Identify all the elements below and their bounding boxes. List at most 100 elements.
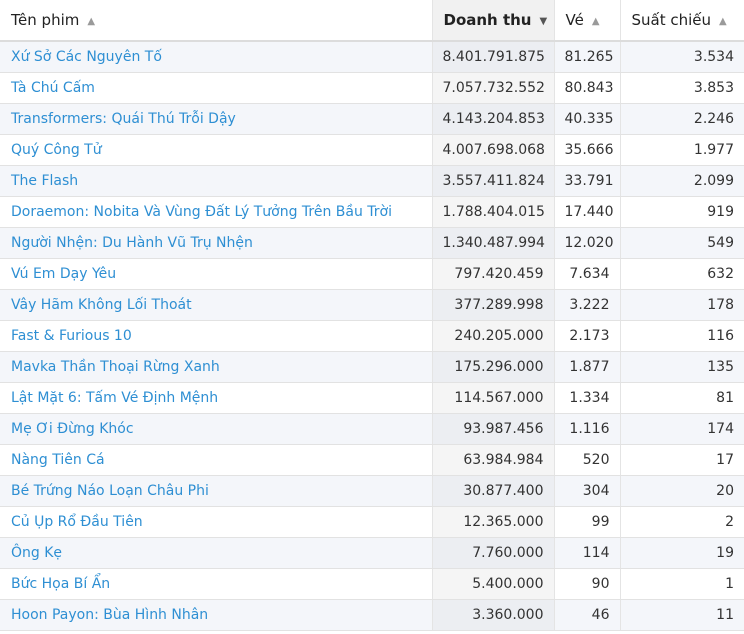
tickets-cell: 3.222: [554, 289, 621, 321]
movie-title-link[interactable]: Củ Ụp Rổ Đầu Tiên: [0, 506, 433, 538]
screenings-cell: 3.534: [620, 41, 744, 73]
movie-title-link[interactable]: Bức Họa Bí Ẩn: [0, 568, 433, 600]
movie-title-link[interactable]: Quý Công Tử: [0, 134, 433, 166]
sort-asc-icon: ▲: [87, 16, 96, 27]
revenue-cell: 93.987.456: [432, 413, 555, 445]
tickets-cell: 520: [554, 444, 621, 476]
revenue-cell: 8.401.791.875: [432, 41, 555, 73]
column-header-tickets[interactable]: Vé ▲: [554, 0, 621, 42]
tickets-cell: 90: [554, 568, 621, 600]
movie-title-link[interactable]: Xứ Sở Các Nguyên Tố: [0, 41, 433, 73]
column-header-revenue-label: Doanh thu: [443, 11, 532, 29]
table-row: Nàng Tiên Cá 63.984.984 520 17: [0, 444, 744, 476]
revenue-cell: 1.340.487.994: [432, 227, 555, 259]
header-row: Tên phim ▲ Doanh thu ▼ Vé ▲ Suất chiếu ▲: [0, 0, 744, 42]
movie-title-link[interactable]: Doraemon: Nobita Và Vùng Đất Lý Tưởng Tr…: [0, 196, 433, 228]
screenings-cell: 2: [620, 506, 744, 538]
screenings-cell: 632: [620, 258, 744, 290]
revenue-cell: 5.400.000: [432, 568, 555, 600]
tickets-cell: 80.843: [554, 72, 621, 104]
sort-asc-icon: ▲: [719, 16, 727, 27]
table-row: Mẹ Ơi Đừng Khóc 93.987.456 1.116 174: [0, 413, 744, 445]
tickets-cell: 1.877: [554, 351, 621, 383]
revenue-cell: 7.760.000: [432, 537, 555, 569]
tickets-cell: 2.173: [554, 320, 621, 352]
column-header-tickets-label: Vé: [565, 11, 584, 29]
revenue-cell: 4.143.204.853: [432, 103, 555, 135]
column-header-revenue[interactable]: Doanh thu ▼: [432, 0, 555, 42]
revenue-cell: 797.420.459: [432, 258, 555, 290]
table-row: Xứ Sở Các Nguyên Tố 8.401.791.875 81.265 3.…: [0, 41, 744, 73]
revenue-cell: 240.205.000: [432, 320, 555, 352]
revenue-cell: 30.877.400: [432, 475, 555, 507]
movie-title-link[interactable]: Lật Mặt 6: Tấm Vé Định Mệnh: [0, 382, 433, 414]
movie-title-link[interactable]: Tà Chú Cấm: [0, 72, 433, 104]
movie-title-link[interactable]: Fast & Furious 10: [0, 320, 433, 352]
box-office-table: Tên phim ▲ Doanh thu ▼ Vé ▲ Suất chiếu ▲ Xứ …: [0, 0, 744, 631]
revenue-cell: 175.296.000: [432, 351, 555, 383]
movie-title-link[interactable]: Transformers: Quái Thú Trỗi Dậy: [0, 103, 433, 135]
screenings-cell: 11: [620, 599, 744, 631]
table-row: Bức Họa Bí Ẩn 5.400.000 90 1: [0, 568, 744, 600]
screenings-cell: 2.246: [620, 103, 744, 135]
column-header-screenings[interactable]: Suất chiếu ▲: [620, 0, 744, 42]
sort-desc-icon: ▼: [539, 16, 548, 27]
movie-title-link[interactable]: Hoon Payon: Bùa Hình Nhân: [0, 599, 433, 631]
movie-title-link[interactable]: Mavka Thần Thoại Rừng Xanh: [0, 351, 433, 383]
table-row: Transformers: Quái Thú Trỗi Dậy 4.143.204…: [0, 103, 744, 135]
revenue-cell: 63.984.984: [432, 444, 555, 476]
screenings-cell: 919: [620, 196, 744, 228]
movie-title-link[interactable]: Bé Trứng Náo Loạn Châu Phi: [0, 475, 433, 507]
table-row: Lật Mặt 6: Tấm Vé Định Mệnh 114.567.000 1.…: [0, 382, 744, 414]
revenue-cell: 7.057.732.552: [432, 72, 555, 104]
movie-title-link[interactable]: Người Nhện: Du Hành Vũ Trụ Nhện: [0, 227, 433, 259]
revenue-cell: 1.788.404.015: [432, 196, 555, 228]
tickets-cell: 114: [554, 537, 621, 569]
tickets-cell: 17.440: [554, 196, 621, 228]
table-row: Hoon Payon: Bùa Hình Nhân 3.360.000 46 11: [0, 599, 744, 631]
movie-title-link[interactable]: Vây Hãm Không Lối Thoát: [0, 289, 433, 321]
table-row: Mavka Thần Thoại Rừng Xanh 175.296.000 1.8…: [0, 351, 744, 383]
screenings-cell: 174: [620, 413, 744, 445]
screenings-cell: 17: [620, 444, 744, 476]
screenings-cell: 178: [620, 289, 744, 321]
sort-asc-icon: ▲: [591, 16, 600, 27]
tickets-cell: 12.020: [554, 227, 621, 259]
tickets-cell: 33.791: [554, 165, 621, 197]
screenings-cell: 3.853: [620, 72, 744, 104]
screenings-cell: 2.099: [620, 165, 744, 197]
revenue-cell: 12.365.000: [432, 506, 555, 538]
table-row: Tà Chú Cấm 7.057.732.552 80.843 3.853: [0, 72, 744, 104]
tickets-cell: 46: [554, 599, 621, 631]
table-row: Ông Kẹ 7.760.000 114 19: [0, 537, 744, 569]
tickets-cell: 40.335: [554, 103, 621, 135]
table-body: Xứ Sở Các Nguyên Tố 8.401.791.875 81.265 3.…: [0, 41, 744, 631]
screenings-cell: 549: [620, 227, 744, 259]
table-row: Vú Em Dạy Yêu 797.420.459 7.634 632: [0, 258, 744, 290]
movie-title-link[interactable]: Ông Kẹ: [0, 537, 433, 569]
revenue-cell: 3.360.000: [432, 599, 555, 631]
tickets-cell: 81.265: [554, 41, 621, 73]
tickets-cell: 304: [554, 475, 621, 507]
table-row: The Flash 3.557.411.824 33.791 2.099: [0, 165, 744, 197]
column-header-screenings-label: Suất chiếu: [631, 11, 712, 29]
tickets-cell: 1.334: [554, 382, 621, 414]
revenue-cell: 377.289.998: [432, 289, 555, 321]
tickets-cell: 35.666: [554, 134, 621, 166]
table-row: Củ Ụp Rổ Đầu Tiên 12.365.000 99 2: [0, 506, 744, 538]
screenings-cell: 20: [620, 475, 744, 507]
table-row: Người Nhện: Du Hành Vũ Trụ Nhện 1.340.487…: [0, 227, 744, 259]
movie-title-link[interactable]: Nàng Tiên Cá: [0, 444, 433, 476]
table-row: Vây Hãm Không Lối Thoát 377.289.998 3.222 1…: [0, 289, 744, 321]
movie-title-link[interactable]: Mẹ Ơi Đừng Khóc: [0, 413, 433, 445]
revenue-cell: 3.557.411.824: [432, 165, 555, 197]
screenings-cell: 81: [620, 382, 744, 414]
screenings-cell: 1: [620, 568, 744, 600]
table-row: Fast & Furious 10 240.205.000 2.173 116: [0, 320, 744, 352]
movie-title-link[interactable]: The Flash: [0, 165, 433, 197]
movie-title-link[interactable]: Vú Em Dạy Yêu: [0, 258, 433, 290]
screenings-cell: 135: [620, 351, 744, 383]
tickets-cell: 7.634: [554, 258, 621, 290]
tickets-cell: 99: [554, 506, 621, 538]
column-header-title[interactable]: Tên phim ▲: [0, 0, 433, 42]
